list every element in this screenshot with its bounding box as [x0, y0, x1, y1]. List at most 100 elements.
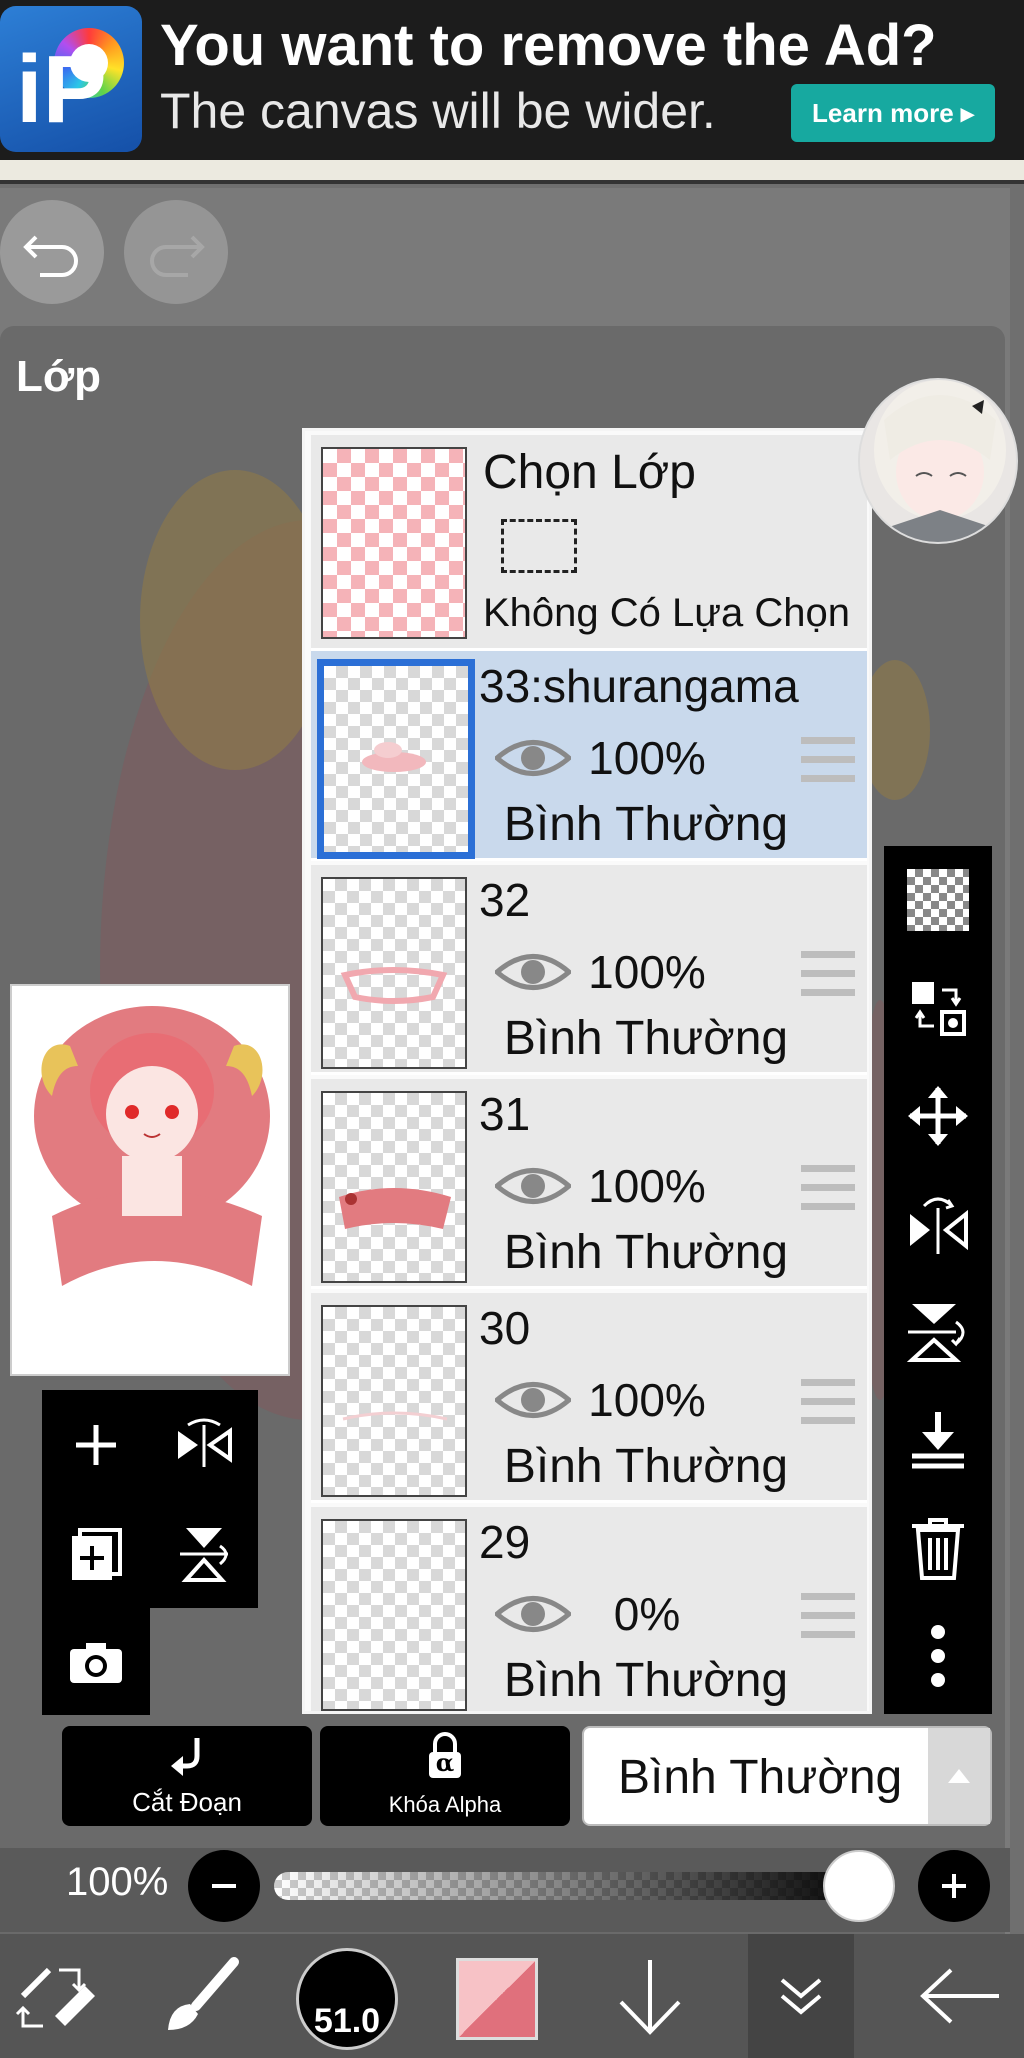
layer-content-preview [342, 1411, 448, 1421]
alpha-lock-button[interactable]: α Khóa Alpha [320, 1726, 570, 1826]
plus-icon [76, 1425, 116, 1465]
layer-opacity: 100% [588, 946, 706, 998]
brush-tool-button[interactable] [150, 1934, 250, 2058]
delete-layer-button[interactable] [884, 1494, 992, 1602]
layer-opacity: 100% [588, 1374, 706, 1426]
move-button[interactable] [884, 1062, 992, 1170]
layers-button[interactable] [748, 1934, 854, 2058]
flip-vertical-icon [180, 1528, 228, 1582]
flip-horizontal-button[interactable] [150, 1390, 258, 1500]
arrow-left-icon [920, 1968, 999, 2024]
layer-name: 32 [479, 874, 531, 926]
opacity-value: 100% [66, 1860, 169, 1904]
ad-headline: You want to remove the Ad? [160, 13, 937, 78]
layer-row-31[interactable]: 31 100% Bình Thường [311, 1079, 867, 1289]
layer-tools-left [42, 1390, 258, 1715]
selection-marquee-icon [501, 519, 577, 573]
artwork-thumbnail [34, 1006, 270, 1286]
selection-swap-button[interactable] [884, 954, 992, 1062]
mirror-rotate-button[interactable] [884, 1170, 992, 1278]
import-photo-button[interactable] [42, 1608, 150, 1715]
transparency-button[interactable] [884, 846, 992, 954]
undo-button[interactable] [0, 200, 104, 304]
selection-layer-thumbnail [321, 447, 467, 639]
layer-tools-right [884, 846, 992, 1714]
trash-icon [912, 1518, 964, 1580]
layer-blend-mode: Bình Thường [503, 1012, 789, 1065]
clipping-arrow-icon [171, 1738, 200, 1776]
camera-icon [70, 1642, 122, 1683]
layer-opacity: 0% [613, 1588, 681, 1640]
minus-icon [212, 1884, 236, 1888]
arrow-down-button[interactable] [600, 1934, 700, 2058]
layer-blend-mode: Bình Thường [503, 1226, 789, 1279]
dropdown-toggle[interactable] [928, 1728, 990, 1824]
checkerboard-icon [907, 869, 969, 931]
opacity-slider-thumb[interactable] [823, 1850, 895, 1922]
flip-vertical-button[interactable] [150, 1500, 258, 1608]
drag-handle-icon[interactable] [801, 1379, 855, 1425]
layer-thumbnail [321, 877, 467, 1069]
opacity-increase-button[interactable] [918, 1850, 990, 1922]
caret-up-icon [948, 1769, 970, 1783]
drag-handle-icon[interactable] [801, 1593, 855, 1639]
canvas-preview[interactable] [10, 984, 290, 1376]
layer-row-32[interactable]: 32 100% Bình Thường [311, 865, 867, 1075]
layer-blend-mode: Bình Thường [503, 1654, 789, 1707]
selection-layer-title: Chọn Lớp [483, 446, 696, 499]
clipping-label: Cắt Đoạn [132, 1787, 242, 1817]
add-layer-icon-cell[interactable] [42, 1390, 150, 1500]
tool-select-icon [15, 1967, 95, 2028]
redo-button[interactable] [124, 200, 228, 304]
opacity-slider-fill [274, 1872, 874, 1900]
color-swatch[interactable] [456, 1958, 538, 2040]
ibispaint-logo: iP [0, 6, 142, 152]
merge-down-icon [912, 1412, 964, 1469]
opacity-slider-track[interactable] [274, 1872, 874, 1900]
layer-name: 30 [479, 1302, 531, 1354]
flip-rotate-button[interactable] [884, 1278, 992, 1386]
avatar-image [860, 380, 1016, 542]
selection-swap-icon [912, 982, 966, 1036]
layers-chevron-icon [780, 1978, 822, 2015]
blend-mode-select[interactable]: Bình Thường [582, 1726, 992, 1826]
more-options-button[interactable] [884, 1602, 992, 1710]
tool-select-button[interactable] [0, 1934, 110, 2058]
selection-layer[interactable]: Chọn Lớp Không Có Lựa Chọn [311, 435, 867, 651]
layer-row-29[interactable]: 29 0% Bình Thường [311, 1507, 867, 1711]
merge-down-button[interactable] [884, 1386, 992, 1494]
mirror-rotate-icon [910, 1197, 968, 1254]
layer-row-30[interactable]: 30 100% Bình Thường [311, 1293, 867, 1503]
layer-name: 33:shurangama [479, 660, 799, 712]
layer-name: 31 [479, 1088, 531, 1140]
selection-layer-status: Không Có Lựa Chọn [483, 591, 851, 635]
avatar[interactable] [858, 378, 1018, 544]
brush-icon [168, 1957, 239, 2030]
layer-thumbnail [317, 659, 475, 859]
plus-icon [942, 1874, 966, 1898]
drag-handle-icon[interactable] [801, 951, 855, 997]
brush-size-indicator[interactable]: 51.0 [296, 1948, 398, 2050]
opacity-decrease-button[interactable] [188, 1850, 260, 1922]
layer-blend-mode: Bình Thường [503, 1440, 789, 1493]
layer-content-preview [362, 742, 426, 772]
move-icon [908, 1086, 968, 1146]
duplicate-layer-cell[interactable] [42, 1500, 150, 1608]
logo-text: iP [16, 36, 107, 143]
undo-icon [23, 235, 78, 277]
back-button[interactable] [900, 1934, 1020, 2058]
clipping-button[interactable]: Cắt Đoạn [62, 1726, 312, 1826]
drag-handle-icon[interactable] [801, 737, 855, 783]
layer-opacity: 100% [588, 732, 706, 784]
more-vertical-icon [931, 1625, 945, 1687]
layer-thumbnail [321, 1091, 467, 1283]
layer-name: 29 [479, 1516, 531, 1568]
alpha-symbol: α [435, 1748, 455, 1777]
flip-horizontal-icon [178, 1418, 232, 1467]
drag-handle-icon[interactable] [801, 1165, 855, 1211]
ad-banner[interactable]: iP You want to remove the Ad? The canvas… [0, 0, 1024, 160]
layer-content-preview [340, 967, 448, 1004]
layer-row-33[interactable]: 33:shurangama 100% Bình Thường [311, 651, 867, 861]
learn-more-button[interactable]: Learn more ▸ [791, 84, 995, 142]
layer-list[interactable]: Chọn Lớp Không Có Lựa Chọn 33:shurangama… [302, 428, 872, 1714]
